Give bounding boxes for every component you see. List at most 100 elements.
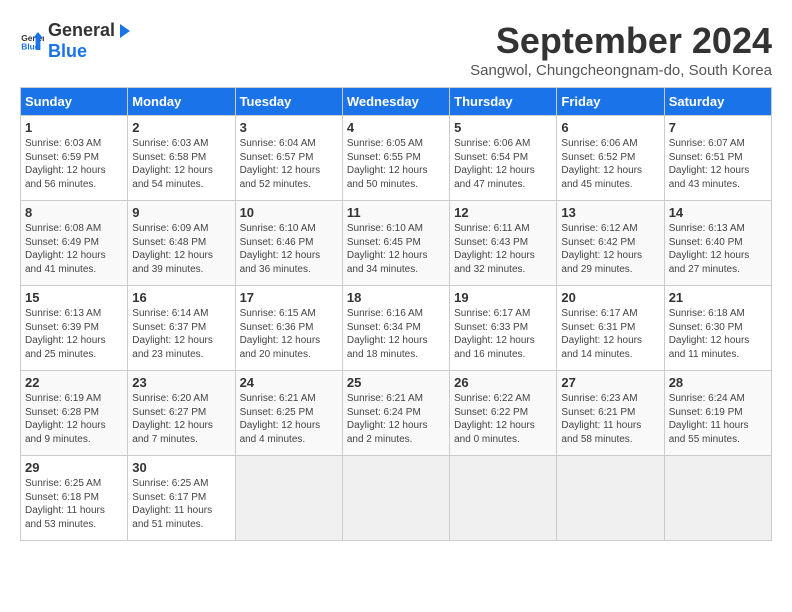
calendar-cell: 26 Sunrise: 6:22 AMSunset: 6:22 PMDayligh… [450, 371, 557, 456]
calendar-cell [342, 456, 449, 541]
day-info: Sunrise: 6:16 AMSunset: 6:34 PMDaylight:… [347, 308, 428, 360]
day-info: Sunrise: 6:12 AMSunset: 6:42 PMDaylight:… [561, 223, 642, 275]
day-number: 15 [25, 290, 123, 305]
calendar-cell: 3Sunrise: 6:04 AMSunset: 6:57 PMDaylight… [235, 116, 342, 201]
day-number: 22 [25, 375, 123, 390]
calendar-cell [664, 456, 771, 541]
day-info: Sunrise: 6:15 AMSunset: 6:36 PMDaylight:… [240, 308, 321, 360]
calendar-week-3: 15Sunrise: 6:13 AMSunset: 6:39 PMDayligh… [21, 286, 772, 371]
day-info: Sunrise: 6:10 AMSunset: 6:46 PMDaylight:… [240, 223, 321, 275]
calendar-cell: 23 Sunrise: 6:20 AMSunset: 6:27 PMDayligh… [128, 371, 235, 456]
calendar-cell [235, 456, 342, 541]
logo: General Blue General Blue [20, 20, 135, 62]
day-number: 9 [132, 205, 230, 220]
day-header-monday: Monday [128, 88, 235, 116]
day-info: Sunrise: 6:09 AMSunset: 6:48 PMDaylight:… [132, 223, 213, 275]
calendar-cell: 30 Sunrise: 6:25 AMSunset: 6:17 PMDayligh… [128, 456, 235, 541]
calendar-cell: 6 Sunrise: 6:06 AMSunset: 6:52 PMDaylight… [557, 116, 664, 201]
day-info: Sunrise: 6:25 AMSunset: 6:17 PMDaylight:… [132, 478, 212, 530]
day-header-saturday: Saturday [664, 88, 771, 116]
day-number: 4 [347, 120, 445, 135]
calendar-cell: 14Sunrise: 6:13 AMSunset: 6:40 PMDayligh… [664, 201, 771, 286]
month-title: September 2024 [470, 20, 772, 62]
logo-icon: General Blue [20, 29, 44, 53]
calendar-week-2: 8 Sunrise: 6:08 AMSunset: 6:49 PMDaylight… [21, 201, 772, 286]
calendar-week-5: 29 Sunrise: 6:25 AMSunset: 6:18 PMDayligh… [21, 456, 772, 541]
calendar-cell: 22 Sunrise: 6:19 AMSunset: 6:28 PMDayligh… [21, 371, 128, 456]
calendar-table: SundayMondayTuesdayWednesdayThursdayFrid… [20, 87, 772, 541]
day-info: Sunrise: 6:03 AMSunset: 6:59 PMDaylight:… [25, 138, 106, 190]
day-info: Sunrise: 6:17 AMSunset: 6:33 PMDaylight:… [454, 308, 535, 360]
calendar-cell: 2Sunrise: 6:03 AMSunset: 6:58 PMDaylight… [128, 116, 235, 201]
day-number: 7 [669, 120, 767, 135]
day-number: 3 [240, 120, 338, 135]
day-number: 6 [561, 120, 659, 135]
day-info: Sunrise: 6:22 AMSunset: 6:22 PMDaylight:… [454, 393, 535, 445]
calendar-cell: 15Sunrise: 6:13 AMSunset: 6:39 PMDayligh… [21, 286, 128, 371]
day-number: 23 [132, 375, 230, 390]
calendar-cell: 20Sunrise: 6:17 AMSunset: 6:31 PMDayligh… [557, 286, 664, 371]
day-header-friday: Friday [557, 88, 664, 116]
day-number: 27 [561, 375, 659, 390]
day-info: Sunrise: 6:05 AMSunset: 6:55 PMDaylight:… [347, 138, 428, 190]
calendar-cell: 19Sunrise: 6:17 AMSunset: 6:33 PMDayligh… [450, 286, 557, 371]
calendar-cell: 8 Sunrise: 6:08 AMSunset: 6:49 PMDaylight… [21, 201, 128, 286]
logo-arrow-icon [116, 22, 134, 40]
day-info: Sunrise: 6:23 AMSunset: 6:21 PMDaylight:… [561, 393, 641, 445]
calendar-cell: 13Sunrise: 6:12 AMSunset: 6:42 PMDayligh… [557, 201, 664, 286]
day-number: 8 [25, 205, 123, 220]
day-info: Sunrise: 6:08 AMSunset: 6:49 PMDaylight:… [25, 223, 106, 275]
day-number: 5 [454, 120, 552, 135]
day-number: 18 [347, 290, 445, 305]
calendar-header-row: SundayMondayTuesdayWednesdayThursdayFrid… [21, 88, 772, 116]
day-number: 29 [25, 460, 123, 475]
calendar-cell: 28 Sunrise: 6:24 AMSunset: 6:19 PMDayligh… [664, 371, 771, 456]
calendar-cell: 1 Sunrise: 6:03 AMSunset: 6:59 PMDaylight… [21, 116, 128, 201]
day-info: Sunrise: 6:11 AMSunset: 6:43 PMDaylight:… [454, 223, 535, 275]
day-info: Sunrise: 6:20 AMSunset: 6:27 PMDaylight:… [132, 393, 213, 445]
day-info: Sunrise: 6:03 AMSunset: 6:58 PMDaylight:… [132, 138, 213, 190]
day-number: 11 [347, 205, 445, 220]
calendar-cell [557, 456, 664, 541]
day-number: 30 [132, 460, 230, 475]
calendar-cell: 9 Sunrise: 6:09 AMSunset: 6:48 PMDaylight… [128, 201, 235, 286]
day-number: 21 [669, 290, 767, 305]
calendar-cell: 24Sunrise: 6:21 AMSunset: 6:25 PMDayligh… [235, 371, 342, 456]
day-info: Sunrise: 6:06 AMSunset: 6:54 PMDaylight:… [454, 138, 535, 190]
day-header-sunday: Sunday [21, 88, 128, 116]
calendar-cell: 11 Sunrise: 6:10 AMSunset: 6:45 PMDayligh… [342, 201, 449, 286]
day-number: 14 [669, 205, 767, 220]
calendar-cell: 5 Sunrise: 6:06 AMSunset: 6:54 PMDaylight… [450, 116, 557, 201]
day-info: Sunrise: 6:07 AMSunset: 6:51 PMDaylight:… [669, 138, 750, 190]
day-info: Sunrise: 6:14 AMSunset: 6:37 PMDaylight:… [132, 308, 213, 360]
header: General Blue General Blue September 2024… [20, 20, 772, 79]
day-info: Sunrise: 6:10 AMSunset: 6:45 PMDaylight:… [347, 223, 428, 275]
day-info: Sunrise: 6:21 AMSunset: 6:25 PMDaylight:… [240, 393, 321, 445]
day-number: 26 [454, 375, 552, 390]
day-info: Sunrise: 6:25 AMSunset: 6:18 PMDaylight:… [25, 478, 105, 530]
logo-text-blue: Blue [48, 41, 87, 61]
day-info: Sunrise: 6:24 AMSunset: 6:19 PMDaylight:… [669, 393, 749, 445]
day-number: 17 [240, 290, 338, 305]
calendar-week-4: 22 Sunrise: 6:19 AMSunset: 6:28 PMDayligh… [21, 371, 772, 456]
day-number: 28 [669, 375, 767, 390]
calendar-cell: 10Sunrise: 6:10 AMSunset: 6:46 PMDayligh… [235, 201, 342, 286]
day-number: 25 [347, 375, 445, 390]
calendar-cell: 7 Sunrise: 6:07 AMSunset: 6:51 PMDaylight… [664, 116, 771, 201]
day-info: Sunrise: 6:19 AMSunset: 6:28 PMDaylight:… [25, 393, 106, 445]
day-number: 16 [132, 290, 230, 305]
day-info: Sunrise: 6:21 AMSunset: 6:24 PMDaylight:… [347, 393, 428, 445]
logo-text-general: General [48, 20, 115, 41]
calendar-cell: 27 Sunrise: 6:23 AMSunset: 6:21 PMDayligh… [557, 371, 664, 456]
calendar-cell: 17 Sunrise: 6:15 AMSunset: 6:36 PMDayligh… [235, 286, 342, 371]
day-number: 12 [454, 205, 552, 220]
day-header-tuesday: Tuesday [235, 88, 342, 116]
day-info: Sunrise: 6:06 AMSunset: 6:52 PMDaylight:… [561, 138, 642, 190]
calendar-week-1: 1 Sunrise: 6:03 AMSunset: 6:59 PMDaylight… [21, 116, 772, 201]
calendar-cell: 21 Sunrise: 6:18 AMSunset: 6:30 PMDayligh… [664, 286, 771, 371]
title-block: September 2024 Sangwol, Chungcheongnam-d… [470, 20, 772, 79]
calendar-cell [450, 456, 557, 541]
day-number: 1 [25, 120, 123, 135]
day-info: Sunrise: 6:18 AMSunset: 6:30 PMDaylight:… [669, 308, 750, 360]
calendar-cell: 16 Sunrise: 6:14 AMSunset: 6:37 PMDayligh… [128, 286, 235, 371]
